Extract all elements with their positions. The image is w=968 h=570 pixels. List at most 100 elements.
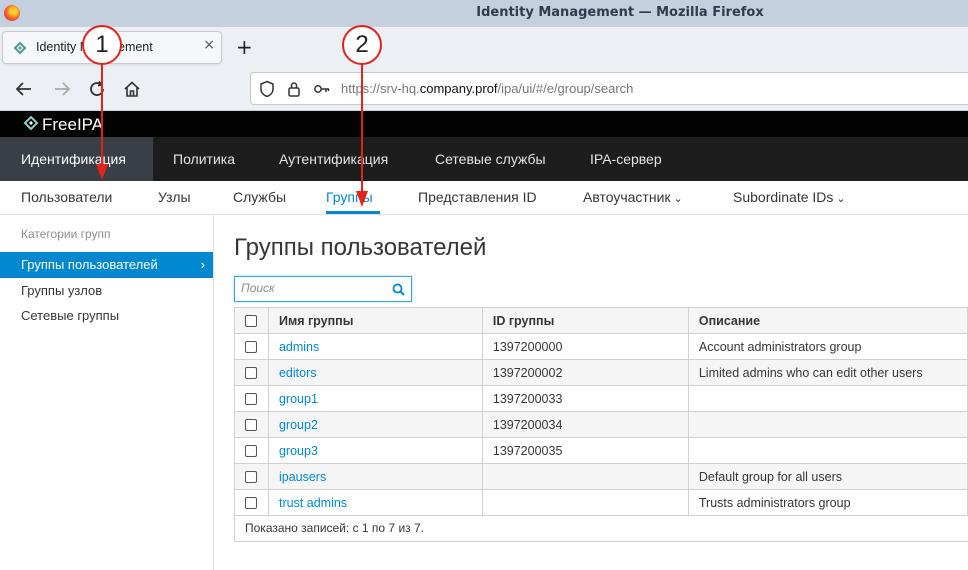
select-all-checkbox[interactable] bbox=[245, 315, 258, 328]
url-bar[interactable]: https://srv-hq.company.prof/ipa/ui/#/e/g… bbox=[250, 72, 968, 105]
brand-bar: FreeIPA bbox=[0, 111, 968, 137]
freeipa-logo-icon bbox=[23, 115, 39, 131]
main-nav-ipa-server[interactable]: IPA-сервер bbox=[590, 137, 662, 181]
row-checkbox-cell bbox=[234, 489, 269, 516]
chevron-down-icon: ⌄ bbox=[673, 193, 683, 205]
callout-badge-2: 2 bbox=[342, 25, 382, 65]
sidebar-item-netgroups[interactable]: Сетевые группы bbox=[0, 303, 213, 329]
group-name-link[interactable]: admins bbox=[279, 340, 319, 354]
row-checkbox-cell bbox=[234, 333, 269, 360]
select-all-cell bbox=[234, 307, 269, 334]
group-name-link[interactable]: group1 bbox=[279, 392, 318, 406]
table-row: group1 1397200033 bbox=[234, 385, 968, 412]
sidebar-item-label: Группы узлов bbox=[21, 283, 103, 298]
sidebar-heading: Категории групп bbox=[21, 227, 111, 241]
main-nav-label: Политика bbox=[173, 151, 235, 167]
close-tab-icon[interactable]: × bbox=[203, 37, 215, 53]
subnav-automember[interactable]: Автоучастник ⌄ bbox=[583, 189, 683, 205]
search-input[interactable] bbox=[241, 281, 387, 295]
description-cell: Limited admins who can edit other users bbox=[687, 359, 968, 386]
row-checkbox-cell bbox=[234, 411, 269, 438]
url-host-prefix: https://srv-hq. bbox=[341, 81, 420, 96]
row-checkbox[interactable] bbox=[245, 419, 258, 432]
subnav-subordinate-ids-label: Subordinate IDs bbox=[733, 189, 834, 205]
group-name-link[interactable]: group3 bbox=[279, 444, 318, 458]
sidebar-item-user-groups[interactable]: Группы пользователей › bbox=[0, 252, 213, 278]
window-titlebar: Identity Management — Mozilla Firefox bbox=[0, 0, 968, 27]
sidebar-item-label: Группы пользователей bbox=[21, 257, 158, 272]
back-icon[interactable] bbox=[14, 80, 34, 98]
url-domain: company.prof bbox=[419, 81, 498, 96]
row-checkbox[interactable] bbox=[245, 393, 258, 406]
row-checkbox[interactable] bbox=[245, 471, 258, 484]
new-tab-button[interactable]: + bbox=[236, 35, 253, 59]
group-name-cell: editors bbox=[267, 359, 483, 386]
description-cell: Trusts administrators group bbox=[687, 489, 968, 516]
key-icon[interactable] bbox=[313, 80, 331, 98]
group-name-cell: group2 bbox=[267, 411, 483, 438]
chevron-right-icon: › bbox=[200, 257, 205, 272]
group-id-cell bbox=[481, 463, 689, 490]
subnav-groups[interactable]: Группы bbox=[326, 189, 373, 205]
group-name-cell: admins bbox=[267, 333, 483, 360]
chevron-down-icon: ⌄ bbox=[836, 193, 846, 205]
navigation-bar: https://srv-hq.company.prof/ipa/ui/#/e/g… bbox=[0, 67, 968, 111]
group-id-cell: 1397200035 bbox=[481, 437, 689, 464]
main-nav-label: Аутентификация bbox=[279, 151, 389, 167]
forward-icon[interactable] bbox=[52, 80, 72, 98]
group-name-link[interactable]: editors bbox=[279, 366, 317, 380]
group-name-link[interactable]: group2 bbox=[279, 418, 318, 432]
sidebar-item-host-groups[interactable]: Группы узлов bbox=[0, 278, 213, 304]
group-name-cell: group1 bbox=[267, 385, 483, 412]
subnav-id-views[interactable]: Представления ID bbox=[418, 189, 537, 205]
sidebar: Категории групп Группы пользователей › Г… bbox=[0, 215, 214, 570]
group-name-link[interactable]: trust admins bbox=[279, 496, 347, 510]
url-text[interactable]: https://srv-hq.company.prof/ipa/ui/#/e/g… bbox=[341, 81, 633, 96]
row-checkbox-cell bbox=[234, 359, 269, 386]
search-icon[interactable] bbox=[392, 283, 405, 296]
group-id-cell: 1397200002 bbox=[481, 359, 689, 386]
description-cell: Default group for all users bbox=[687, 463, 968, 490]
row-checkbox[interactable] bbox=[245, 497, 258, 510]
window-title: Identity Management — Mozilla Firefox bbox=[476, 5, 764, 20]
main-navigation: Идентификация Политика Аутентификация Се… bbox=[0, 137, 968, 181]
main-nav-policy[interactable]: Политика bbox=[173, 137, 235, 181]
group-name-cell: trust admins bbox=[267, 489, 483, 516]
home-icon[interactable] bbox=[123, 80, 141, 98]
table-row: admins 1397200000 Account administrators… bbox=[234, 333, 968, 360]
subnav-users[interactable]: Пользователи bbox=[21, 189, 112, 205]
tracking-protection-shield-icon[interactable] bbox=[259, 80, 275, 98]
group-id-cell: 1397200033 bbox=[481, 385, 689, 412]
group-name-cell: ipausers bbox=[267, 463, 483, 490]
freeipa-logo[interactable]: FreeIPA bbox=[22, 114, 103, 135]
sidebar-item-label: Сетевые группы bbox=[21, 308, 120, 323]
lock-icon[interactable] bbox=[287, 80, 301, 98]
search-box bbox=[234, 276, 412, 302]
groups-table: Имя группы ID группы Описание admins 139… bbox=[234, 307, 968, 516]
table-row: group3 1397200035 bbox=[234, 437, 968, 464]
main-nav-label: Идентификация bbox=[21, 151, 126, 167]
column-header-description[interactable]: Описание bbox=[687, 307, 968, 334]
subnav-subordinate-ids[interactable]: Subordinate IDs ⌄ bbox=[733, 189, 846, 205]
description-cell bbox=[687, 411, 968, 438]
row-checkbox-cell bbox=[234, 463, 269, 490]
main-nav-identity[interactable]: Идентификация bbox=[0, 137, 153, 181]
table-row: editors 1397200002 Limited admins who ca… bbox=[234, 359, 968, 386]
main-nav-authentication[interactable]: Аутентификация bbox=[279, 137, 388, 181]
reload-icon[interactable] bbox=[88, 80, 106, 98]
row-checkbox[interactable] bbox=[245, 341, 258, 354]
column-header-group-id[interactable]: ID группы bbox=[481, 307, 689, 334]
row-checkbox[interactable] bbox=[245, 367, 258, 380]
tab-strip: Identity Management × + bbox=[0, 27, 968, 67]
row-checkbox[interactable] bbox=[245, 445, 258, 458]
column-header-group-name[interactable]: Имя группы bbox=[267, 307, 483, 334]
main-nav-network-services[interactable]: Сетевые службы bbox=[435, 137, 546, 181]
subnav-services[interactable]: Службы bbox=[233, 189, 286, 205]
subnav-hosts[interactable]: Узлы bbox=[158, 189, 191, 205]
table-row: group2 1397200034 bbox=[234, 411, 968, 438]
group-name-link[interactable]: ipausers bbox=[279, 470, 326, 484]
sub-navigation: Пользователи Узлы Службы Группы Представ… bbox=[0, 181, 968, 215]
description-cell bbox=[687, 385, 968, 412]
description-cell: Account administrators group bbox=[687, 333, 968, 360]
freeipa-favicon-icon bbox=[13, 41, 27, 55]
